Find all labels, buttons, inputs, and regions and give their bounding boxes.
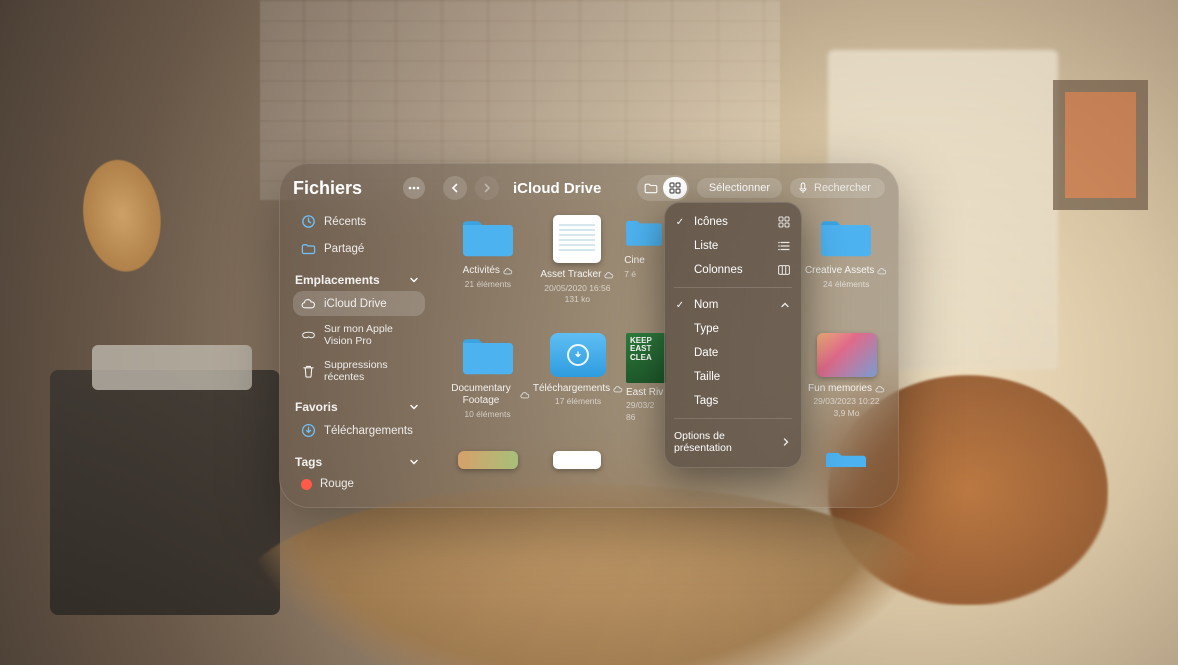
more-button[interactable] [403,177,425,199]
menu-item-sort-name[interactable]: ✓ Nom [664,293,802,317]
columns-icon [776,265,790,275]
sidebar-item-downloads[interactable]: Téléchargements [293,418,425,443]
grid-item-fun-memories[interactable]: Fun memories 29/03/2023 10:22 3,9 Mo [802,331,891,431]
forward-button[interactable] [475,176,499,200]
menu-separator [674,287,792,288]
checkmark-icon: ✓ [674,217,686,228]
select-button[interactable]: Sélectionner [697,178,782,198]
chevron-down-icon [409,402,419,412]
tag-red-dot-icon [301,479,312,490]
grid-icon [776,216,790,228]
sidebar-item-visionpro[interactable]: Sur mon Apple Vision Pro [293,318,425,352]
grid-item-activites[interactable]: Activités 21 éléments [443,213,533,313]
cloud-badge-icon [503,266,513,276]
downloads-folder-icon [550,333,606,377]
menu-item-view-list[interactable]: Liste [664,234,802,258]
chevron-right-icon [776,437,790,447]
search-placeholder: Rechercher [814,182,871,194]
view-mode-button[interactable] [663,177,687,199]
search-field[interactable]: Rechercher [790,178,885,198]
shared-folder-icon [301,241,316,256]
toolbar: iCloud Drive Sélectionner Rechercher [433,163,899,209]
menu-item-sort-date[interactable]: Date [664,341,802,365]
sidebar-section-favorites[interactable]: Favoris [295,400,419,414]
menu-item-presentation-options[interactable]: Options de présentation [664,424,802,460]
document-icon [553,451,601,469]
document-icon [553,215,601,263]
sidebar-item-label: Rouge [320,478,354,490]
sidebar-section-tags[interactable]: Tags [295,455,419,469]
view-options-menu: ✓ Icônes Liste Colonnes ✓ Nom Type Date … [664,202,802,468]
cloud-icon [301,296,316,311]
sidebar-item-label: Téléchargements [324,425,413,437]
folder-icon [818,451,874,467]
sidebar-item-recents[interactable]: Récents [293,209,425,234]
mic-icon [798,182,808,194]
grid-item-peek-1[interactable] [443,449,533,483]
sidebar-item-label: iCloud Drive [324,298,387,310]
sidebar: Fichiers Récents Partagé Emplacements [279,163,433,508]
menu-item-sort-tags[interactable]: Tags [664,389,802,413]
location-title: iCloud Drive [513,180,629,197]
sidebar-section-locations[interactable]: Emplacements [295,273,419,287]
cloud-badge-icon [613,384,623,394]
image-thumbnail [817,333,877,377]
sidebar-item-label: Sur mon Apple Vision Pro [324,323,417,347]
chevron-left-icon [450,183,460,193]
ellipsis-icon [408,186,420,190]
image-thumbnail [458,451,518,469]
menu-item-view-icons[interactable]: ✓ Icônes [664,210,802,234]
cloud-badge-icon [520,390,530,400]
grid-item-telechargements[interactable]: Téléchargements 17 éléments [532,331,624,431]
sidebar-item-label: Récents [324,216,366,228]
folder-icon [624,215,664,249]
folder-icon [460,333,516,377]
sidebar-item-label: Partagé [324,243,364,255]
sidebar-item-recently-deleted[interactable]: Suppressions récentes [293,354,425,388]
menu-item-view-columns[interactable]: Colonnes [664,258,802,282]
cloud-badge-icon [877,266,887,276]
grid-item-documentary-footage[interactable]: Documentary Footage 10 éléments [443,331,532,431]
visionpro-icon [301,328,316,343]
list-icon [776,241,790,251]
folder-plus-icon [644,182,658,194]
view-segment [637,175,689,201]
chevron-down-icon [409,457,419,467]
grid-item-peek-3[interactable] [801,449,891,483]
cloud-badge-icon [875,384,885,394]
folder-icon [818,215,874,259]
image-thumbnail: KEEP EAST CLEA [626,333,666,383]
grid-item-peek-2[interactable] [533,449,623,483]
menu-item-sort-type[interactable]: Type [664,317,802,341]
chevron-down-icon [409,275,419,285]
trash-icon [301,364,316,379]
chevron-right-icon [482,183,492,193]
downloads-icon [301,423,316,438]
cloud-badge-icon [604,270,614,280]
app-title: Fichiers [293,178,362,199]
grid-item-asset-tracker[interactable]: Asset Tracker 20/05/2020 16:56 131 ko [533,213,623,313]
new-folder-button[interactable] [639,177,663,199]
back-button[interactable] [443,176,467,200]
clock-icon [301,214,316,229]
grid-icon [669,182,681,194]
sidebar-item-icloud[interactable]: iCloud Drive [293,291,425,316]
sidebar-item-tag-red[interactable]: Rouge [293,473,425,495]
chevron-up-icon [776,301,790,309]
sidebar-item-shared[interactable]: Partagé [293,236,425,261]
menu-item-sort-size[interactable]: Taille [664,365,802,389]
sidebar-item-label: Suppressions récentes [324,359,417,383]
files-window: Fichiers Récents Partagé Emplacements [279,163,899,508]
menu-separator [674,418,792,419]
grid-item-creative-assets[interactable]: Creative Assets 24 éléments [801,213,891,313]
checkmark-icon: ✓ [674,300,686,311]
folder-icon [460,215,516,259]
